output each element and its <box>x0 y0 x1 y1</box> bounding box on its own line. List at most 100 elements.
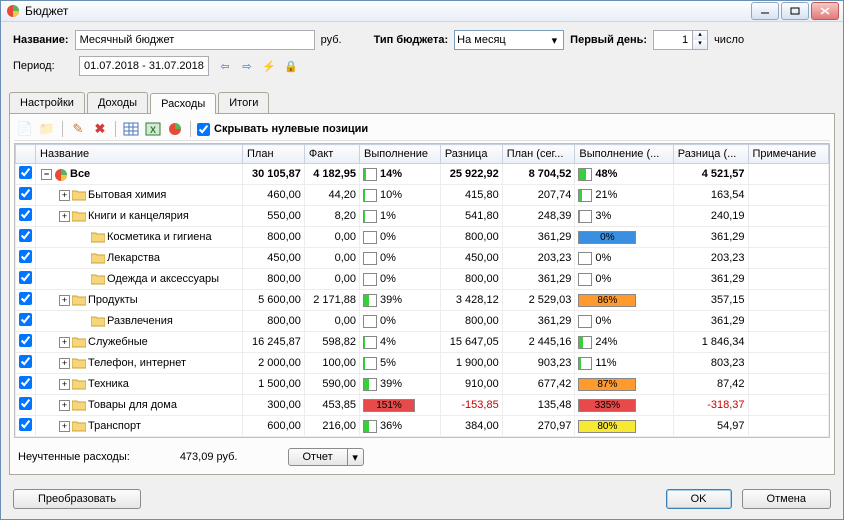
next-period-icon[interactable]: ⇨ <box>239 58 255 74</box>
chart-icon[interactable] <box>166 120 184 138</box>
dialog-buttons: Преобразовать OK Отмена <box>1 483 843 519</box>
col-header[interactable]: Факт <box>304 145 359 164</box>
table-row[interactable]: Лекарства450,000,000%450,00203,230%203,2… <box>16 248 829 269</box>
budget-window: Бюджет Название: руб. Тип бюджета: На ме… <box>0 0 844 520</box>
budget-type-select[interactable]: На месяц ▾ <box>454 30 564 50</box>
row-checkbox[interactable] <box>19 376 32 389</box>
row-name: Развлечения <box>107 315 173 327</box>
maximize-button[interactable] <box>781 2 809 20</box>
row-checkbox[interactable] <box>19 355 32 368</box>
minimize-button[interactable] <box>751 2 779 20</box>
table-row[interactable]: +Товары для дома300,00453,85151%-153,851… <box>16 395 829 416</box>
tabs: НастройкиДоходыРасходыИтоги <box>1 92 843 113</box>
row-checkbox[interactable] <box>19 229 32 242</box>
root-icon <box>54 168 68 180</box>
expand-icon[interactable]: + <box>59 379 70 390</box>
period-label: Период: <box>13 60 71 72</box>
row-checkbox[interactable] <box>19 250 32 263</box>
table-icon[interactable] <box>122 120 140 138</box>
col-header[interactable]: План <box>243 145 305 164</box>
folder-icon <box>91 273 105 285</box>
expand-icon[interactable]: + <box>59 358 70 369</box>
row-checkbox[interactable] <box>19 166 32 179</box>
row-name: Телефон, интернет <box>88 357 186 369</box>
row-name: Одежда и аксессуары <box>107 273 219 285</box>
col-header[interactable]: Примечание <box>748 145 828 164</box>
spin-down-icon[interactable]: ▾ <box>693 40 707 49</box>
lightning-icon[interactable]: ⚡ <box>261 58 277 74</box>
ok-button[interactable]: OK <box>666 489 732 509</box>
expand-icon[interactable]: + <box>59 400 70 411</box>
edit-icon[interactable]: ✎ <box>69 120 87 138</box>
firstday-unit: число <box>714 34 744 46</box>
transform-button[interactable]: Преобразовать <box>13 489 141 509</box>
row-checkbox[interactable] <box>19 187 32 200</box>
report-dropdown-icon[interactable]: ▾ <box>348 448 364 466</box>
col-header[interactable]: План (сег... <box>502 145 575 164</box>
hide-zero-label: Скрывать нулевые позиции <box>214 123 368 135</box>
tab-доходы[interactable]: Доходы <box>87 92 148 113</box>
table-row[interactable]: Развлечения800,000,000%800,00361,290%361… <box>16 311 829 332</box>
row-checkbox[interactable] <box>19 271 32 284</box>
expand-icon[interactable]: + <box>59 295 70 306</box>
table-row[interactable]: +Продукты5 600,002 171,8839%3 428,122 52… <box>16 290 829 311</box>
table-row[interactable]: +Транспорт600,00216,0036%384,00270,9780%… <box>16 416 829 437</box>
row-checkbox[interactable] <box>19 313 32 326</box>
table-row[interactable]: +Техника1 500,00590,0039%910,00677,4287%… <box>16 374 829 395</box>
row-name: Бытовая химия <box>88 189 166 201</box>
table-row[interactable]: Одежда и аксессуары800,000,000%800,00361… <box>16 269 829 290</box>
table-row[interactable]: −Все30 105,874 182,9514%25 922,928 704,5… <box>16 164 829 185</box>
svg-text:X: X <box>150 125 156 135</box>
row-checkbox[interactable] <box>19 418 32 431</box>
table-row[interactable]: +Книги и канцелярия550,008,201%541,80248… <box>16 206 829 227</box>
row-checkbox[interactable] <box>19 292 32 305</box>
col-header[interactable]: Разница (... <box>673 145 748 164</box>
unaccounted-label: Неучтенные расходы: <box>18 451 130 463</box>
expand-icon[interactable]: + <box>59 337 70 348</box>
close-button[interactable] <box>811 2 839 20</box>
table-row[interactable]: +Бытовая химия460,0044,2010%415,80207,74… <box>16 185 829 206</box>
excel-icon[interactable]: X <box>144 120 162 138</box>
firstday-spinner[interactable]: ▴▾ <box>653 30 708 50</box>
col-header[interactable]: Выполнение (... <box>575 145 673 164</box>
firstday-input[interactable] <box>653 30 693 50</box>
row-checkbox[interactable] <box>19 334 32 347</box>
hide-zero-checkbox[interactable]: Скрывать нулевые позиции <box>197 123 368 136</box>
form-area: Название: руб. Тип бюджета: На месяц ▾ П… <box>1 22 843 86</box>
hide-zero-input[interactable] <box>197 123 210 136</box>
col-header[interactable]: Разница <box>440 145 502 164</box>
new-icon[interactable]: 📄 <box>16 120 34 138</box>
report-button[interactable]: Отчет <box>288 448 348 466</box>
delete-icon[interactable]: ✖ <box>91 120 109 138</box>
expand-icon[interactable]: + <box>59 421 70 432</box>
period-input[interactable] <box>79 56 209 76</box>
budget-grid[interactable]: НазваниеПланФактВыполнениеРазницаПлан (с… <box>14 143 830 438</box>
col-header[interactable]: Название <box>36 145 243 164</box>
folder-icon <box>72 294 86 306</box>
prev-period-icon[interactable]: ⇦ <box>217 58 233 74</box>
row-name: Товары для дома <box>88 399 177 411</box>
row-name: Техника <box>88 378 129 390</box>
budget-type-label: Тип бюджета: <box>374 34 449 46</box>
expand-icon[interactable]: + <box>59 190 70 201</box>
row-checkbox[interactable] <box>19 397 32 410</box>
row-checkbox[interactable] <box>19 208 32 221</box>
cancel-button[interactable]: Отмена <box>742 489 831 509</box>
col-header[interactable]: Выполнение <box>360 145 441 164</box>
spin-up-icon[interactable]: ▴ <box>693 31 707 40</box>
tab-расходы[interactable]: Расходы <box>150 93 216 114</box>
folder-icon[interactable]: 📁 <box>38 120 56 138</box>
table-row[interactable]: +Телефон, интернет2 000,00100,005%1 900,… <box>16 353 829 374</box>
currency-label: руб. <box>321 34 342 46</box>
toolbar: 📄 📁 ✎ ✖ X Скрывать нулевые позиции <box>14 118 830 141</box>
unaccounted-value: 473,09 руб. <box>180 451 238 463</box>
row-name: Транспорт <box>88 420 141 432</box>
table-row[interactable]: Косметика и гигиена800,000,000%800,00361… <box>16 227 829 248</box>
tab-настройки[interactable]: Настройки <box>9 92 85 113</box>
name-input[interactable] <box>75 30 315 50</box>
table-row[interactable]: +Служебные16 245,87598,824%15 647,052 44… <box>16 332 829 353</box>
lock-icon[interactable]: 🔒 <box>283 58 299 74</box>
tab-итоги[interactable]: Итоги <box>218 92 269 113</box>
expand-icon[interactable]: + <box>59 211 70 222</box>
collapse-icon[interactable]: − <box>41 169 52 180</box>
